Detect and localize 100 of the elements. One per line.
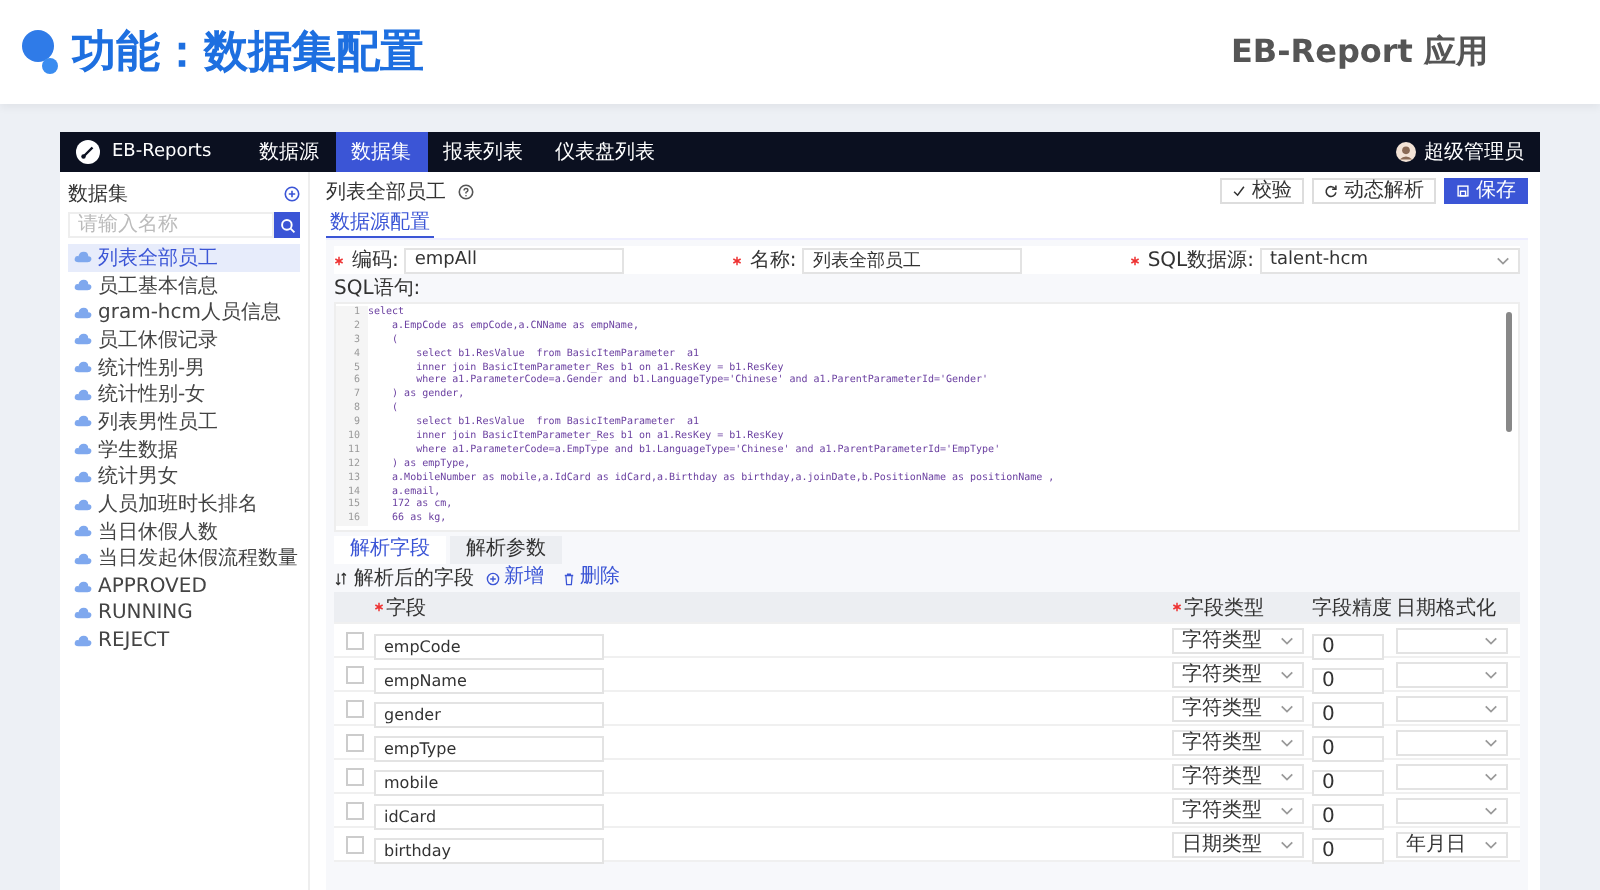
add-circle-icon[interactable] bbox=[284, 186, 300, 202]
precision-input[interactable]: 0 bbox=[1312, 735, 1384, 761]
chevron-down-icon bbox=[1484, 635, 1498, 645]
precision-input[interactable]: 0 bbox=[1312, 633, 1384, 659]
trash-icon bbox=[562, 571, 576, 585]
date-format-select[interactable] bbox=[1396, 695, 1508, 721]
precision-input[interactable]: 0 bbox=[1312, 667, 1384, 693]
date-format-select[interactable] bbox=[1396, 661, 1508, 687]
chevron-down-icon bbox=[1280, 771, 1294, 781]
precision-input[interactable]: 0 bbox=[1312, 837, 1384, 863]
field-type-select[interactable]: 字符类型 bbox=[1172, 729, 1304, 755]
delete-link[interactable]: 删除 bbox=[556, 568, 626, 588]
dataset-item[interactable]: 学生数据 bbox=[68, 435, 300, 463]
page-title: 功能：数据集配置 bbox=[72, 26, 424, 82]
save-icon bbox=[1456, 184, 1470, 198]
row-checkbox[interactable] bbox=[345, 631, 363, 649]
nav-tab[interactable]: 仪表盘列表 bbox=[539, 132, 672, 172]
sql-label: SQL语句: bbox=[334, 278, 423, 300]
field-name-input[interactable]: empCode bbox=[374, 633, 604, 659]
toolbar-button[interactable]: 动态解析 bbox=[1312, 178, 1436, 204]
row-checkbox[interactable] bbox=[345, 801, 363, 819]
row-checkbox[interactable] bbox=[345, 835, 363, 853]
logo-icon bbox=[76, 140, 100, 164]
nav-tab[interactable]: 报表列表 bbox=[427, 132, 540, 172]
parse-tab[interactable]: 解析字段 bbox=[334, 536, 446, 564]
chevron-down-icon bbox=[1484, 839, 1498, 849]
date-format-select[interactable] bbox=[1396, 797, 1508, 823]
dataset-item[interactable]: 统计男女 bbox=[68, 463, 300, 491]
dataset-item[interactable]: 员工休假记录 bbox=[68, 326, 300, 354]
name-field[interactable]: 列表全部员工 bbox=[802, 247, 1023, 273]
dataset-item[interactable]: 列表男性员工 bbox=[68, 408, 300, 436]
precision-input[interactable]: 0 bbox=[1312, 701, 1384, 727]
field-type-select[interactable]: 日期类型 bbox=[1172, 831, 1304, 857]
toolbar-button[interactable]: 保存 bbox=[1444, 178, 1528, 204]
column-header: 字段精度 bbox=[1312, 595, 1392, 621]
bubble-icon bbox=[20, 28, 60, 76]
chevron-down-icon bbox=[1484, 669, 1498, 679]
date-format-select[interactable] bbox=[1396, 763, 1508, 789]
search-button[interactable] bbox=[274, 212, 300, 238]
row-checkbox[interactable] bbox=[345, 733, 363, 751]
sidebar-title: 数据集 bbox=[68, 182, 128, 208]
brand-text: EB-Report 应用 bbox=[1231, 31, 1488, 73]
dataset-item[interactable]: 当日休假人数 bbox=[68, 517, 300, 546]
field-type-select[interactable]: 字符类型 bbox=[1172, 695, 1304, 721]
column-header: 字段类型 bbox=[1184, 595, 1264, 621]
precision-input[interactable]: 0 bbox=[1312, 803, 1384, 829]
field-name-input[interactable]: empName bbox=[374, 667, 604, 693]
field-type-select[interactable]: 字符类型 bbox=[1172, 763, 1304, 789]
field-type-select[interactable]: 字符类型 bbox=[1172, 797, 1304, 823]
help-icon[interactable] bbox=[458, 183, 474, 199]
field-type-select[interactable]: 字符类型 bbox=[1172, 627, 1304, 653]
sql-editor[interactable] bbox=[334, 302, 1520, 532]
row-checkbox[interactable] bbox=[345, 699, 363, 717]
nav-tab[interactable]: 数据源 bbox=[243, 132, 336, 172]
chevron-down-icon bbox=[1280, 669, 1294, 679]
chevron-down-icon bbox=[1280, 839, 1294, 849]
parsed-fields-label: 解析后的字段 bbox=[354, 565, 474, 592]
chevron-down-icon bbox=[1484, 703, 1498, 713]
field-label: 名称: bbox=[749, 248, 797, 274]
search-field[interactable]: 请输入名称 bbox=[68, 212, 274, 238]
date-format-select[interactable]: 年月日 bbox=[1396, 831, 1508, 857]
dataset-item[interactable]: 当日发起休假流程数量 bbox=[68, 545, 300, 573]
add-link[interactable]: 新增 bbox=[480, 568, 550, 588]
dataset-item[interactable]: REJECT bbox=[68, 627, 300, 655]
scrollbar-thumb[interactable] bbox=[1506, 312, 1512, 432]
add-circle-icon bbox=[486, 571, 500, 585]
parse-tab[interactable]: 解析参数 bbox=[450, 536, 562, 564]
user-name: 超级管理员 bbox=[1424, 139, 1524, 166]
dataset-item[interactable]: gram-hcm人员信息 bbox=[68, 298, 300, 327]
field-name-input[interactable]: birthday bbox=[374, 837, 604, 863]
chevron-down-icon bbox=[1280, 635, 1294, 645]
field-name-input[interactable]: gender bbox=[374, 701, 604, 727]
config-tab[interactable]: 数据源配置 bbox=[326, 210, 434, 238]
avatar-icon[interactable] bbox=[1396, 142, 1416, 162]
row-checkbox[interactable] bbox=[345, 767, 363, 785]
toolbar-button[interactable]: 校验 bbox=[1220, 178, 1304, 204]
datasource-select[interactable]: talent-hcm bbox=[1260, 247, 1520, 273]
field-name-input[interactable]: idCard bbox=[374, 803, 604, 829]
dataset-item[interactable]: APPROVED bbox=[68, 572, 300, 600]
field-name-input[interactable]: mobile bbox=[374, 769, 604, 795]
dataset-item[interactable]: RUNNING bbox=[68, 599, 300, 628]
sort-icon bbox=[334, 571, 348, 585]
search-icon bbox=[279, 217, 295, 233]
code-field[interactable]: empAll bbox=[404, 247, 625, 273]
refresh-icon bbox=[1324, 184, 1338, 198]
dataset-item[interactable]: 人员加班时长排名 bbox=[68, 490, 300, 518]
dataset-item[interactable]: 统计性别-男 bbox=[68, 353, 300, 381]
dataset-item[interactable]: 统计性别-女 bbox=[68, 380, 300, 409]
date-format-select[interactable] bbox=[1396, 627, 1508, 653]
field-type-select[interactable]: 字符类型 bbox=[1172, 661, 1304, 687]
dataset-item[interactable]: 员工基本信息 bbox=[68, 271, 300, 299]
row-checkbox[interactable] bbox=[345, 665, 363, 683]
precision-input[interactable]: 0 bbox=[1312, 769, 1384, 795]
dataset-item[interactable]: 列表全部员工 bbox=[68, 244, 300, 272]
nav-tab[interactable]: 数据集 bbox=[335, 132, 428, 172]
chevron-down-icon bbox=[1280, 805, 1294, 815]
field-name-input[interactable]: empType bbox=[374, 735, 604, 761]
check-icon bbox=[1232, 184, 1246, 198]
column-header: 字段 bbox=[386, 595, 426, 621]
date-format-select[interactable] bbox=[1396, 729, 1508, 755]
